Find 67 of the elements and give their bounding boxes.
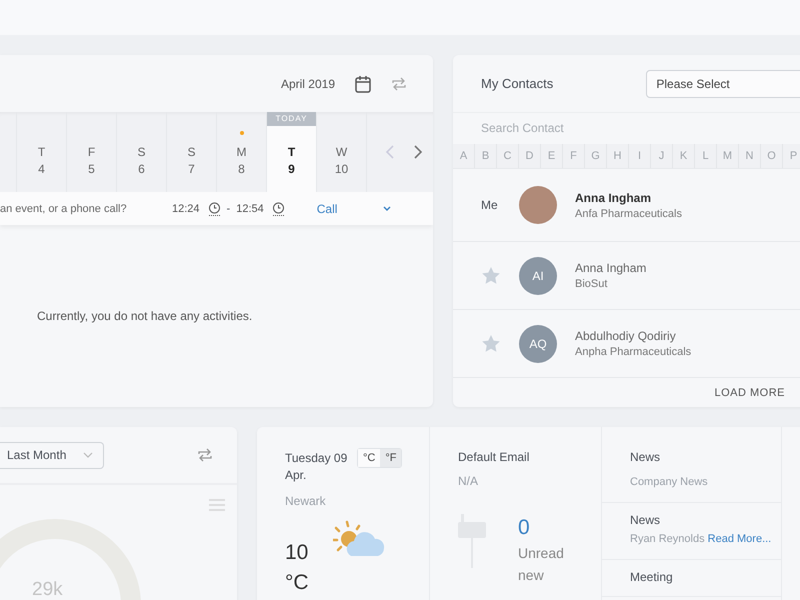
load-more-button[interactable]: LOAD MORE xyxy=(714,386,785,398)
unit-toggle[interactable]: °C xyxy=(358,449,380,467)
avatar-initials: AQ xyxy=(519,324,557,362)
email-title: Default Email xyxy=(458,450,530,464)
time-separator: - xyxy=(226,202,230,214)
letter-filter[interactable]: K xyxy=(673,144,695,168)
letter-filter[interactable]: G xyxy=(585,144,607,168)
letter-filter[interactable]: L xyxy=(695,144,717,168)
contact-company: BioSut xyxy=(575,278,608,290)
star-icon[interactable] xyxy=(481,266,501,285)
chevron-down-icon[interactable] xyxy=(83,452,93,458)
avatar-photo xyxy=(519,186,557,224)
news-title: News xyxy=(630,513,662,527)
news-title: Meeting xyxy=(630,570,674,584)
avatar-initials: AI xyxy=(519,256,557,294)
end-time[interactable]: 12:54 xyxy=(236,202,264,214)
read-more-link[interactable]: Read More... xyxy=(708,533,772,545)
contact-company: Anpha Pharmaceuticals xyxy=(575,346,692,358)
empty-message: Currently, you do not have any activities. xyxy=(37,309,252,323)
refresh-icon[interactable] xyxy=(197,447,213,463)
today-label: TODAY xyxy=(267,112,316,126)
refresh-icon[interactable] xyxy=(391,76,407,92)
contact-name[interactable]: Anna Ingham xyxy=(575,261,646,275)
star-icon[interactable] xyxy=(481,334,501,353)
contact-select[interactable]: Please Select xyxy=(646,70,800,98)
email-address: N/A xyxy=(458,474,480,488)
month-label: April 2019 xyxy=(280,76,335,90)
city-label: Newark xyxy=(285,494,327,508)
search-field[interactable]: Search Contact xyxy=(453,112,800,144)
unread-label: Unread new xyxy=(518,544,565,585)
letter-filter[interactable]: O xyxy=(761,144,783,168)
chevron-right-icon[interactable] xyxy=(413,144,423,160)
news-title: News xyxy=(630,450,662,464)
calendar-icon[interactable] xyxy=(355,74,371,92)
letter-filter[interactable]: M xyxy=(717,144,739,168)
letter-filter[interactable]: C xyxy=(497,144,519,168)
letter-filter[interactable]: N xyxy=(739,144,761,168)
unit-toggle[interactable]: °F xyxy=(380,449,402,467)
chevron-left-icon[interactable] xyxy=(385,144,395,160)
caret-icon[interactable] xyxy=(382,206,391,212)
letter-filter[interactable]: E xyxy=(541,144,563,168)
contact-name[interactable]: Abdulhodiy Qodiriy xyxy=(575,329,692,343)
news-text: Ryan Reynolds Read More... xyxy=(630,532,772,547)
letter-filter[interactable]: F xyxy=(563,144,585,168)
letter-filter[interactable]: J xyxy=(651,144,673,168)
contacts-title: My Contacts xyxy=(481,76,554,91)
letter-filter[interactable]: B xyxy=(475,144,497,168)
period-select[interactable]: Last Month xyxy=(0,442,104,468)
me-label: Me xyxy=(481,198,498,212)
event-input[interactable]: an event, or a phone call? xyxy=(0,202,160,214)
unread-count: 0 xyxy=(518,515,531,541)
letter-filter[interactable]: A xyxy=(453,144,475,168)
clock-icon[interactable] xyxy=(272,202,285,216)
letter-filter[interactable]: D xyxy=(519,144,541,168)
clock-icon[interactable] xyxy=(208,202,221,216)
day-cell[interactable]: TODAY T 9 xyxy=(267,112,317,192)
type-select[interactable]: Call xyxy=(316,202,383,216)
letter-filter[interactable]: H xyxy=(607,144,629,168)
temperature-unit: °C xyxy=(285,570,310,596)
start-time[interactable]: 12:24 xyxy=(172,202,200,214)
letter-filter[interactable]: I xyxy=(629,144,651,168)
contact-company: Anfa Pharmaceuticals xyxy=(575,208,682,220)
news-text: Company News xyxy=(630,475,709,490)
temperature-value: 10 xyxy=(285,540,310,566)
weather-date: Tuesday 09 Apr. xyxy=(285,450,348,484)
contact-name[interactable]: Anna Ingham xyxy=(575,190,682,204)
letter-filter[interactable]: P xyxy=(783,144,800,168)
